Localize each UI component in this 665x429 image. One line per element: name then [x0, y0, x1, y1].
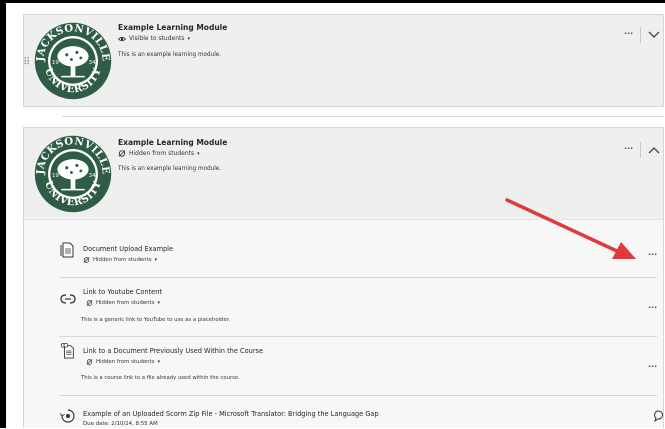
more-options-button[interactable]: ··· — [624, 29, 633, 38]
caret-down-icon: ▾ — [154, 257, 158, 263]
speech-bubble-icon[interactable] — [654, 410, 664, 422]
document-icon — [60, 242, 74, 258]
list-item[interactable]: Example of an Uploaded Scorm Zip File - … — [24, 396, 663, 429]
more-options-button[interactable]: ··· — [648, 303, 657, 312]
link-icon — [60, 294, 76, 304]
more-options-button[interactable]: ··· — [624, 144, 633, 153]
svg-text:19: 19 — [52, 173, 59, 179]
visibility-label: Hidden from students — [93, 257, 152, 263]
visibility-dropdown[interactable]: Hidden from students ▾ — [83, 257, 157, 263]
hidden-eye-icon — [86, 359, 93, 365]
visibility-dropdown[interactable]: Hidden from students ▾ — [86, 300, 160, 306]
caret-down-icon: ▾ — [157, 359, 161, 365]
module-description: This is an example learning module. — [118, 52, 222, 58]
more-options-button[interactable]: ··· — [648, 362, 657, 371]
item-title[interactable]: Link to Youtube Content — [83, 288, 162, 296]
caret-down-icon: ▾ — [187, 35, 191, 42]
module-title[interactable]: Example Learning Module — [118, 138, 227, 147]
chevron-down-icon[interactable] — [648, 30, 660, 40]
chevron-up-icon[interactable] — [648, 145, 660, 155]
item-title[interactable]: Link to a Document Previously Used Withi… — [83, 347, 263, 355]
visibility-label: Visible to students — [129, 35, 185, 42]
visibility-dropdown[interactable]: Hidden from students ▾ — [86, 359, 160, 365]
item-title[interactable]: Document Upload Example — [83, 245, 173, 253]
module-title[interactable]: Example Learning Module — [118, 23, 227, 32]
caret-down-icon: ▾ — [157, 300, 161, 306]
due-date: Due date: 2/10/24, 8:55 AM — [83, 421, 158, 427]
learning-module-card[interactable]: ⠿ JACKSONVILLE UNIVERSITY 19 34 Example … — [23, 14, 664, 107]
eye-icon — [118, 36, 126, 41]
section-divider — [62, 116, 664, 117]
visibility-dropdown[interactable]: Hidden from students ▾ — [118, 150, 200, 157]
course-link-document-icon — [60, 343, 74, 359]
visibility-label: Hidden from students — [129, 150, 195, 157]
more-options-button[interactable]: ··· — [648, 250, 657, 259]
svg-text:19: 19 — [52, 60, 59, 66]
screen-frame-top — [0, 0, 665, 3]
university-seal-logo: JACKSONVILLE UNIVERSITY 19 34 — [34, 135, 111, 213]
screen-frame-left — [0, 0, 6, 428]
divider — [640, 142, 641, 158]
list-item[interactable]: Link to a Document Previously Used Withi… — [24, 337, 663, 395]
hidden-eye-icon — [86, 300, 93, 306]
hidden-eye-icon — [118, 150, 126, 157]
scorm-package-icon — [60, 409, 75, 423]
module-content-list: Document Upload Example Hidden from stud… — [23, 219, 664, 428]
list-item[interactable]: Link to Youtube Content Hidden from stud… — [24, 278, 663, 336]
hidden-eye-icon — [83, 257, 90, 263]
svg-text:34: 34 — [89, 60, 96, 66]
svg-text:34: 34 — [89, 173, 96, 179]
item-title[interactable]: Example of an Uploaded Scorm Zip File - … — [83, 410, 379, 418]
visibility-dropdown[interactable]: Visible to students ▾ — [118, 35, 190, 42]
caret-down-icon: ▾ — [197, 150, 200, 157]
module-description: This is an example learning module. — [118, 166, 222, 172]
drag-handle-icon[interactable]: ⠿ — [23, 57, 30, 68]
learning-module-card[interactable]: JACKSONVILLE UNIVERSITY 19 34 Example Le… — [23, 127, 664, 219]
item-description: This is a generic link to YouTube to use… — [81, 317, 231, 323]
divider — [640, 27, 641, 43]
visibility-label: Hidden from students — [96, 300, 155, 306]
university-seal-logo: JACKSONVILLE UNIVERSITY 19 34 — [34, 22, 111, 100]
visibility-label: Hidden from students — [96, 359, 155, 365]
list-item[interactable]: Document Upload Example Hidden from stud… — [24, 220, 663, 277]
item-description: This is a course link to a file already … — [81, 375, 240, 381]
